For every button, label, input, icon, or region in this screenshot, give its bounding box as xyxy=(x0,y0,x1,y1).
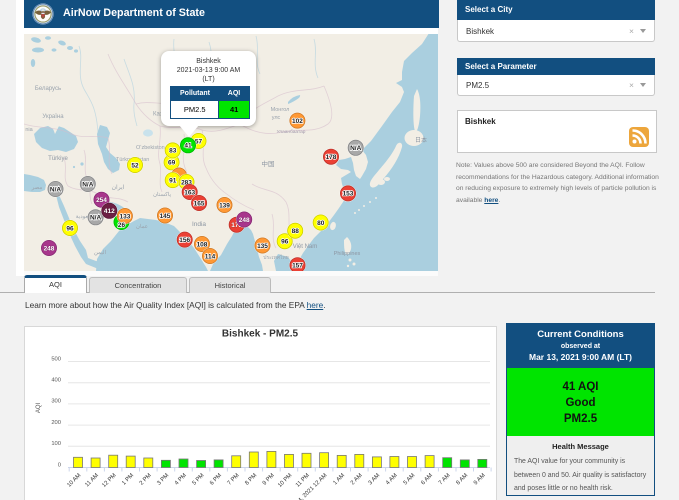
svg-text:248: 248 xyxy=(44,245,55,252)
svg-text:133: 133 xyxy=(119,213,130,220)
svg-text:88: 88 xyxy=(292,228,300,235)
svg-text:India: India xyxy=(192,221,206,228)
svg-text:100: 100 xyxy=(51,441,61,447)
svg-text:26: 26 xyxy=(118,222,126,229)
svg-text:153: 153 xyxy=(343,191,354,198)
svg-text:400: 400 xyxy=(51,378,61,384)
svg-text:日本: 日本 xyxy=(415,136,427,144)
svg-text:5 AM: 5 AM xyxy=(403,473,417,487)
svg-text:11 AM: 11 AM xyxy=(84,473,100,489)
svg-text:102: 102 xyxy=(292,118,303,125)
svg-text:Oʻzbekiston: Oʻzbekiston xyxy=(136,144,165,151)
svg-text:3 PM: 3 PM xyxy=(156,473,170,487)
svg-text:200: 200 xyxy=(51,420,61,426)
svg-text:N/A: N/A xyxy=(50,186,62,193)
svg-text:114: 114 xyxy=(205,253,216,260)
svg-text:108: 108 xyxy=(197,241,208,248)
svg-text:500: 500 xyxy=(51,356,61,362)
svg-text:Улаанбаатар: Улаанбаатар xyxy=(277,129,306,135)
svg-text:91: 91 xyxy=(169,177,177,184)
svg-text:Україна: Україна xyxy=(42,114,64,120)
svg-text:69: 69 xyxy=(168,160,176,167)
svg-text:52: 52 xyxy=(131,162,139,169)
svg-text:7 AM: 7 AM xyxy=(438,473,452,487)
svg-text:Bishkek - PM2.5: Bishkek - PM2.5 xyxy=(222,328,299,339)
svg-text:2 AM: 2 AM xyxy=(350,473,364,487)
svg-text:412: 412 xyxy=(104,208,115,215)
svg-text:157: 157 xyxy=(292,263,303,270)
svg-text:6 AM: 6 AM xyxy=(420,473,434,487)
svg-text:مصر: مصر xyxy=(31,185,43,191)
svg-text:41: 41 xyxy=(184,143,192,150)
svg-text:1 PM: 1 PM xyxy=(121,473,135,487)
svg-text:96: 96 xyxy=(66,225,74,232)
svg-text:145: 145 xyxy=(160,213,171,220)
svg-text:پاکستان: پاکستان xyxy=(153,191,172,198)
svg-text:nia: nia xyxy=(25,127,33,133)
svg-text:96: 96 xyxy=(281,239,289,246)
svg-text:1 AM: 1 AM xyxy=(332,473,346,487)
svg-text:7 PM: 7 PM xyxy=(227,473,241,487)
svg-text:80: 80 xyxy=(317,220,325,227)
svg-text:Việt Nam: Việt Nam xyxy=(293,244,318,250)
svg-text:N/A: N/A xyxy=(82,181,94,188)
svg-text:6 PM: 6 PM xyxy=(209,473,223,487)
svg-text:8 PM: 8 PM xyxy=(244,473,258,487)
svg-text:5 PM: 5 PM xyxy=(192,473,206,487)
svg-text:9 AM: 9 AM xyxy=(473,473,487,487)
svg-text:178: 178 xyxy=(326,154,337,161)
svg-text:8 AM: 8 AM xyxy=(455,473,469,487)
svg-text:улс: улс xyxy=(272,115,281,121)
svg-text:254: 254 xyxy=(96,197,107,204)
svg-text:3 AM: 3 AM xyxy=(368,473,382,487)
svg-text:ประเทศไทย: ประเทศไทย xyxy=(263,254,289,261)
svg-text:عمان: عمان xyxy=(136,223,148,230)
svg-text:اليمن: اليمن xyxy=(94,249,107,256)
svg-text:9 PM: 9 PM xyxy=(262,473,276,487)
svg-text:2 PM: 2 PM xyxy=(139,473,153,487)
svg-text:0: 0 xyxy=(58,462,61,468)
svg-text:Беларусь: Беларусь xyxy=(35,86,61,92)
svg-text:4 AM: 4 AM xyxy=(385,473,399,487)
svg-text:N/A: N/A xyxy=(90,215,102,222)
svg-text:248: 248 xyxy=(239,217,250,224)
svg-text:Philippines: Philippines xyxy=(334,251,361,257)
svg-text:165: 165 xyxy=(194,200,205,207)
svg-text:11 PM: 11 PM xyxy=(295,473,311,489)
svg-text:139: 139 xyxy=(219,202,230,209)
svg-text:163: 163 xyxy=(184,189,195,196)
svg-text:135: 135 xyxy=(257,243,268,250)
svg-text:12 PM: 12 PM xyxy=(101,473,117,489)
svg-text:N/A: N/A xyxy=(350,145,362,152)
svg-text:AQI: AQI xyxy=(36,403,42,414)
svg-text:4 PM: 4 PM xyxy=(174,473,188,487)
svg-text:156: 156 xyxy=(179,237,190,244)
svg-text:Монгол: Монгол xyxy=(271,107,290,113)
svg-text:中国: 中国 xyxy=(262,159,275,168)
svg-text:83: 83 xyxy=(169,148,177,155)
svg-text:Türkiye: Türkiye xyxy=(48,156,68,162)
svg-text:300: 300 xyxy=(51,399,61,405)
svg-text:10 PM: 10 PM xyxy=(277,473,293,489)
svg-text:ايران: ايران xyxy=(112,184,125,191)
svg-text:10 AM: 10 AM xyxy=(66,473,82,489)
